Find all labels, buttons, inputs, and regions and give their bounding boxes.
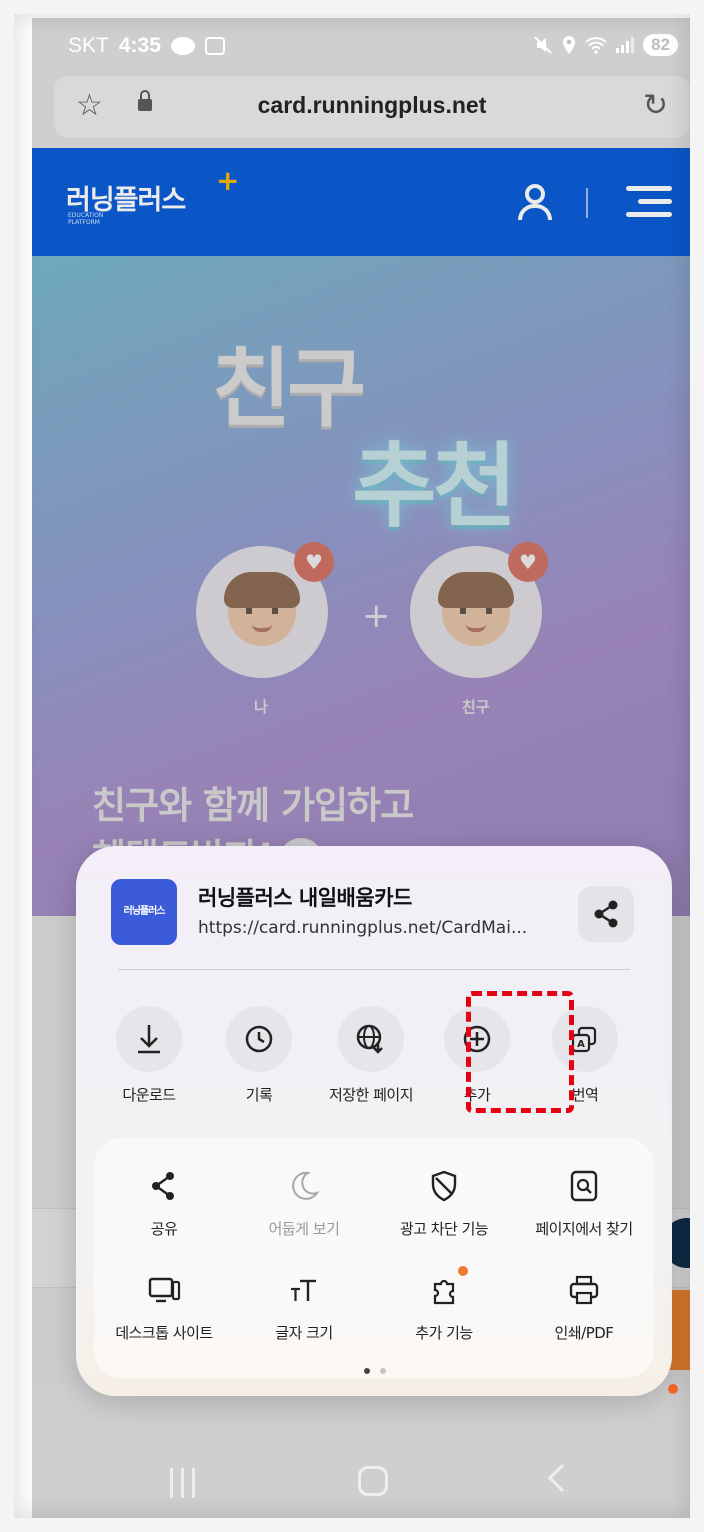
shield-icon <box>426 1168 462 1204</box>
menu-item-label: 페이지에서 찾기 <box>535 1220 633 1238</box>
moon-icon <box>286 1168 322 1204</box>
menu-item-label: 어둡게 보기 <box>268 1220 340 1238</box>
menu-item-share[interactable]: 공유 <box>94 1168 234 1239</box>
quick-action-label: 기록 <box>245 1086 273 1104</box>
print-icon <box>566 1272 602 1308</box>
puzzle-icon <box>426 1266 468 1308</box>
system-navbar <box>32 1434 704 1532</box>
signal-icon <box>615 36 635 54</box>
menu-item-desktop-site[interactable]: 데스크톱 사이트 <box>94 1272 234 1343</box>
desktop-icon <box>146 1272 182 1308</box>
menu-item-print-pdf[interactable]: 인쇄/PDF <box>514 1272 654 1343</box>
page-dot-active <box>364 1368 370 1374</box>
status-bar: SKT 4:35 82 <box>32 18 704 76</box>
menu-item-add-ons[interactable]: 추가 기능 <box>374 1266 514 1343</box>
menu-item-find-in-page[interactable]: 페이지에서 찾기 <box>514 1168 654 1239</box>
site-header: 러닝플러스 + EDUCATION PLATFORM <box>32 148 704 256</box>
sheet-divider <box>118 969 630 970</box>
notification-dot <box>668 1384 678 1394</box>
share-icon <box>594 900 618 928</box>
text-size-icon <box>286 1272 322 1308</box>
saved-pages-icon <box>338 1006 404 1072</box>
menu-item-label: 추가 기능 <box>415 1324 473 1342</box>
download-icon <box>116 1006 182 1072</box>
menu-item-label: 데스크톱 사이트 <box>115 1324 213 1342</box>
svg-text:A: A <box>577 1039 585 1050</box>
hero-banner[interactable]: 친구 추천 ♥ + ♥ 나 친구 친구와 함께 가입하고 혜택도받자!GO <box>32 256 704 916</box>
carrier-label: SKT <box>68 34 109 57</box>
quick-action-saved-pages[interactable]: 저장한 페이지 <box>316 1006 426 1105</box>
share-page-button[interactable] <box>578 886 634 942</box>
highlight-box-add <box>466 991 574 1113</box>
menu-grid-panel: 공유 어둡게 보기 광고 차단 기능 페이지에서 찾기 데스크톱 사이트 글자 … <box>94 1138 654 1378</box>
browser-menu-sheet: 러닝플러스 러닝플러스 내일배움카드 https://card.runningp… <box>76 846 672 1396</box>
back-button[interactable] <box>547 1463 577 1493</box>
talk-notification-icon <box>170 37 195 55</box>
menu-item-dark-mode[interactable]: 어둡게 보기 <box>234 1168 374 1239</box>
site-favicon: 러닝플러스 <box>111 879 177 945</box>
menu-item-text-size[interactable]: 글자 크기 <box>234 1272 374 1343</box>
page-indicator <box>364 1368 386 1374</box>
menu-icon[interactable] <box>626 186 672 218</box>
status-right: 82 <box>533 34 678 56</box>
menu-item-label: 공유 <box>150 1220 178 1238</box>
wifi-icon <box>585 36 607 54</box>
clock: 4:35 <box>118 34 161 57</box>
new-badge-dot <box>458 1266 468 1276</box>
address-bar[interactable]: ☆ card.runningplus.net ↻ <box>54 76 690 138</box>
menu-item-label: 글자 크기 <box>275 1324 333 1342</box>
reload-icon[interactable]: ↻ <box>643 88 668 124</box>
logo-subtitle: EDUCATION PLATFORM <box>68 212 104 226</box>
site-logo[interactable]: 러닝플러스 + EDUCATION PLATFORM <box>66 164 239 226</box>
user-icon[interactable] <box>518 184 552 220</box>
logo-plus: + <box>216 164 239 197</box>
quick-action-label: 저장한 페이지 <box>328 1086 414 1104</box>
quick-action-download[interactable]: 다운로드 <box>94 1006 204 1105</box>
page-title: 러닝플러스 내일배움카드 <box>198 886 412 910</box>
page-dot <box>380 1368 386 1374</box>
location-icon <box>561 35 577 55</box>
mute-icon <box>533 35 553 55</box>
quick-action-history[interactable]: 기록 <box>204 1006 314 1105</box>
recent-apps-button[interactable] <box>170 1468 196 1498</box>
url-domain[interactable]: card.runningplus.net <box>54 92 690 119</box>
battery-indicator: 82 <box>643 34 678 56</box>
status-left: SKT 4:35 <box>68 34 225 58</box>
quick-action-label: 다운로드 <box>122 1086 176 1104</box>
phone-screen: SKT 4:35 82 ☆ card.runningplus.net ↻ 러닝플… <box>32 18 704 1532</box>
screenshot-frame: SKT 4:35 82 ☆ card.runningplus.net ↻ 러닝플… <box>0 0 704 1532</box>
share-icon <box>146 1168 182 1204</box>
home-button[interactable] <box>358 1466 388 1496</box>
screenshot-notification-icon <box>204 37 225 55</box>
header-divider <box>586 188 588 218</box>
menu-item-label: 인쇄/PDF <box>554 1324 614 1342</box>
menu-item-label: 광고 차단 기능 <box>399 1220 489 1238</box>
scrim-overlay <box>32 256 704 916</box>
find-in-page-icon <box>566 1168 602 1204</box>
history-icon <box>226 1006 292 1072</box>
menu-item-ad-block[interactable]: 광고 차단 기능 <box>374 1168 514 1239</box>
page-url: https://card.runningplus.net/CardMai... <box>198 918 528 938</box>
